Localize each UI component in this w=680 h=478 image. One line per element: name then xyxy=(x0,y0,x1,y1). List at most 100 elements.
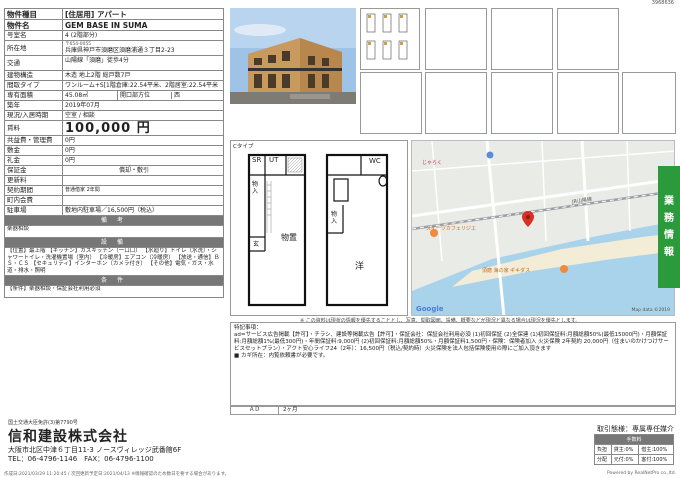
room-storage-1: 物入 xyxy=(252,181,259,195)
footer-left: 作成日:2021/03/29 11:20:45 / 次回更新予定日:2021/0… xyxy=(4,472,230,477)
spec-key: 礼金 xyxy=(4,155,63,166)
contract-period: 普通借家 2年間 xyxy=(62,185,224,196)
conditions-header: 条 件 xyxy=(4,275,224,286)
building-photo xyxy=(230,8,356,104)
photo-slot xyxy=(425,72,487,134)
spec-key: 建物構造 xyxy=(4,70,63,81)
spec-value: [住居用] アパート xyxy=(62,8,224,20)
spec-key: 現況/入居時期 xyxy=(4,110,63,121)
business-info-tab[interactable]: 業 務 情 報 xyxy=(658,166,680,288)
google-logo: Google xyxy=(416,305,444,313)
side-tab-char: 報 xyxy=(664,247,674,258)
fee-a: 貸主:0% xyxy=(610,444,640,455)
room-wc: WC xyxy=(369,157,381,165)
spec-key: 物件種目 xyxy=(4,8,63,20)
photo-slot xyxy=(425,8,487,70)
photo-slot xyxy=(557,72,619,134)
spec-key: 保証金 xyxy=(4,165,63,176)
fee-b: 客付:100% xyxy=(638,454,674,465)
neighborhood-fee xyxy=(62,195,224,206)
address: 兵庫県神戸市須磨区須磨浦通３丁目2-23 xyxy=(65,47,175,54)
photo-slot xyxy=(360,72,422,134)
side-tab-char: 業 xyxy=(664,196,674,207)
spec-key: 共益費・管理費 xyxy=(4,135,63,146)
special-notes-text: ad=サービス広告掲載【許可】・チラシ、建設等掲載広告【許可】・保証会社：保証会… xyxy=(234,332,669,352)
ad-value: 2ヶ月 xyxy=(283,407,298,413)
direction: 西 xyxy=(171,92,181,99)
side-tab-char: 務 xyxy=(664,213,674,224)
property-spec-table: 物件種目 [住居用] アパート 物件名 GEM BASE IN SUMA 号室名 4 … xyxy=(4,8,224,298)
area-row: 45.08㎡ 開口部方位西 xyxy=(62,90,224,101)
photo-slot xyxy=(491,72,553,134)
map-label: 須磨 海の家 ギキダス xyxy=(482,268,531,274)
special-notes-title: 特記事項： xyxy=(234,325,262,331)
room-western: 洋 xyxy=(355,262,365,272)
room-storage-2: 物入 xyxy=(331,211,338,225)
rent-price: 100,000 円 xyxy=(62,120,224,136)
shikibiki-label: 償却・敷引 xyxy=(119,167,150,174)
room-ut: UT xyxy=(269,156,279,164)
location-map[interactable]: じゃらく JR山陽線 スイーツカフェリジエ 須磨 海の家 ギキダス Google… xyxy=(411,140,675,316)
photo-slot xyxy=(557,8,619,70)
company-phone: TEL：06-4796-1146 FAX：06-4796-1100 xyxy=(8,455,154,463)
address-cell: 〒654-0055 兵庫県神戸市須磨区須磨浦通３丁目2-23 xyxy=(62,40,224,56)
spec-key: 駐車場 xyxy=(4,205,63,216)
deposit-row: 償却・敷引 xyxy=(62,165,224,176)
spec-key: 交通 xyxy=(4,55,63,71)
spec-key: 賃料 xyxy=(4,120,63,136)
spec-key: 敷金 xyxy=(4,145,63,156)
fee-header: 手数料 xyxy=(594,434,674,445)
spec-key: 物件名 xyxy=(4,19,63,31)
parking: 敷地内駐車場／16,500円（税込） xyxy=(62,205,224,216)
license-number: 国土交通大臣免許(3)第7790号 xyxy=(8,420,78,426)
conditions-text: 【条件】楽器相談・保証会社利用必須 xyxy=(4,285,224,298)
spec-value: 4 (2階部分) xyxy=(62,30,224,41)
map-copyright: Map data ©2019 xyxy=(631,308,670,313)
remarks-header: 備 考 xyxy=(4,215,224,226)
structure: 木造 地上2階 総戸数7戸 xyxy=(62,70,224,81)
side-tab-char: 情 xyxy=(664,230,674,241)
room-sr: SR xyxy=(252,156,262,164)
spec-key: 契約期間 xyxy=(4,185,63,196)
property-name: GEM BASE IN SUMA xyxy=(62,19,224,31)
document-id: 3968636 xyxy=(651,0,674,6)
ad-row: ＡＤ 2ヶ月 xyxy=(230,406,676,415)
remarks-text: 楽器相談 xyxy=(4,225,224,238)
trade-terms: 取引態様：専属専任媒介 手数料 負担 貸主:0% 借主:100% 分配 元付:0% 客付… xyxy=(592,424,674,465)
fee-value: 0円 xyxy=(62,135,224,146)
room-warehouse: 物置 xyxy=(281,233,297,242)
spec-key: 所在地 xyxy=(4,40,63,56)
spec-key: 専有面積 xyxy=(4,90,63,101)
floor-plan: Cタイプ SR UT 物入 玄 物置 WC 物入 洋 xyxy=(230,140,408,316)
fee-a: 元付:0% xyxy=(610,454,640,465)
company-info: 国土交通大臣免許(3)第7790号 信和建設株式会社 大阪市北区中津６丁目11-… xyxy=(8,419,368,464)
photo-slot xyxy=(491,8,553,70)
map-label: じゃらく xyxy=(422,160,443,166)
fee-key: 負担 xyxy=(594,444,612,455)
equipment-header: 設 備 xyxy=(4,237,224,248)
fee-value: 0円 xyxy=(62,145,224,156)
company-name: 信和建設株式会社 xyxy=(8,429,128,445)
equipment-text: 【位置】最上階 【キッチン】ガスキッチン（一口口） 【水廻り】トイレ（水洗）・シ… xyxy=(4,247,224,276)
fee-b: 借主:100% xyxy=(638,444,674,455)
spec-key: 築年 xyxy=(4,100,63,111)
special-notes: 特記事項： ad=サービス広告掲載【許可】・チラシ、建設等掲載広告【許可】・保証… xyxy=(230,322,676,406)
fee-key: 分配 xyxy=(594,454,612,465)
fee-value: 0円 xyxy=(62,155,224,166)
company-address: 大阪市北区中津６丁目11-3 ノースヴィレッジ武番館6F xyxy=(8,446,182,454)
map-label: スイーツカフェリジエ xyxy=(426,226,476,232)
status: 空室 / 相談 xyxy=(62,110,224,121)
footer-right: Powered by RealNetPro co.,ltd. xyxy=(607,471,676,476)
transport: 山陽線「須磨」徒歩4分 xyxy=(62,55,224,71)
built-date: 2019年07月 xyxy=(62,100,224,111)
room-entrance: 玄 xyxy=(253,241,260,248)
fee-table: 手数料 負担 貸主:0% 借主:100% 分配 元付:0% 客付:100% xyxy=(594,434,674,465)
area: 45.08㎡ xyxy=(65,92,89,99)
renewal-fee xyxy=(62,175,224,186)
layout-type: ワンルーム+S[1階倉庫:22.54平米、2階居室:22.54平米 xyxy=(62,80,224,91)
direction-key: 開口部方位 xyxy=(117,91,171,100)
spec-key: 町内会費 xyxy=(4,195,63,206)
key-location-note: ■ カギ所在：内覧依頼書が必要です。 xyxy=(234,353,329,359)
footer: 作成日:2021/03/29 11:20:45 / 次回更新予定日:2021/0… xyxy=(0,471,680,477)
trade-type: 取引態様：専属専任媒介 xyxy=(597,425,674,433)
